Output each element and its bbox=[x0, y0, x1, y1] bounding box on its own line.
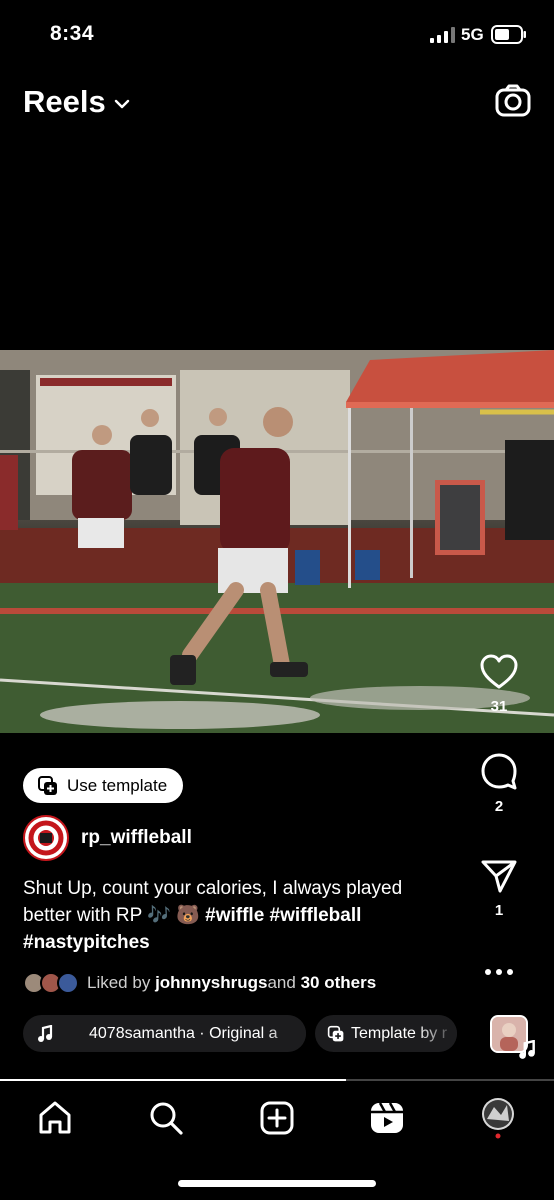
music-note-icon bbox=[38, 1024, 53, 1042]
battery-icon bbox=[491, 25, 526, 44]
video-progress-bar[interactable] bbox=[0, 1079, 554, 1081]
author-username[interactable]: rp_wiffleball bbox=[81, 827, 192, 849]
liked-by-row[interactable]: Liked by johnnyshrugs and 30 others bbox=[23, 972, 376, 994]
search-icon bbox=[150, 1102, 183, 1135]
like-button[interactable]: 31 bbox=[444, 654, 554, 715]
reels-header: Reels bbox=[0, 82, 554, 126]
status-time: 8:34 bbox=[50, 22, 95, 45]
create-icon bbox=[260, 1101, 294, 1135]
liked-by-user[interactable]: johnnyshrugs bbox=[155, 973, 267, 993]
nav-profile[interactable] bbox=[478, 1098, 518, 1139]
reels-icon bbox=[371, 1102, 403, 1133]
rp-wiffleball-logo bbox=[26, 818, 66, 858]
comments-count: 2 bbox=[494, 798, 504, 815]
page-title: Reels bbox=[23, 84, 106, 119]
share-button[interactable]: 1 bbox=[444, 858, 554, 919]
use-template-label: Use template bbox=[67, 775, 168, 795]
fade bbox=[266, 1015, 306, 1052]
home-indicator[interactable] bbox=[178, 1180, 376, 1187]
nav-create[interactable] bbox=[257, 1098, 297, 1138]
nav-search[interactable] bbox=[146, 1098, 186, 1138]
chevron-down-icon bbox=[114, 99, 129, 108]
music-note-icon bbox=[519, 1040, 535, 1059]
template-icon bbox=[38, 775, 57, 795]
fade bbox=[417, 1015, 457, 1052]
camera-icon[interactable] bbox=[494, 82, 532, 120]
comment-button[interactable]: 2 bbox=[444, 752, 554, 815]
share-icon bbox=[481, 860, 517, 893]
video-progress-fill bbox=[0, 1079, 347, 1081]
liked-by-others[interactable]: 30 others bbox=[301, 973, 377, 993]
likes-count: 31 bbox=[490, 698, 508, 715]
profile-avatar bbox=[482, 1098, 514, 1139]
audio-pill[interactable]: 4078samantha · Original a bbox=[23, 1015, 306, 1052]
audio-label: 4078samantha · Original a bbox=[89, 1024, 278, 1042]
liked-by-and: and bbox=[267, 973, 296, 992]
liker-avatar bbox=[57, 972, 79, 994]
use-template-button[interactable]: Use template bbox=[23, 768, 184, 803]
shares-count: 1 bbox=[494, 902, 504, 919]
signal-icon bbox=[430, 27, 455, 43]
liker-avatars bbox=[23, 972, 79, 994]
heart-icon bbox=[480, 654, 518, 689]
more-options-button[interactable] bbox=[444, 968, 554, 976]
nav-home[interactable] bbox=[35, 1098, 75, 1138]
template-icon bbox=[327, 1025, 344, 1041]
liked-by-prefix: Liked by bbox=[87, 973, 151, 992]
more-icon bbox=[485, 969, 513, 975]
home-icon bbox=[39, 1101, 71, 1134]
reels-feed-selector[interactable]: Reels bbox=[23, 84, 130, 120]
avatar[interactable] bbox=[23, 815, 69, 861]
template-pill[interactable]: Template by r bbox=[315, 1015, 457, 1052]
post-caption: Shut Up, count your calories, I always p… bbox=[23, 875, 453, 956]
post-author: rp_wiffleball bbox=[23, 815, 192, 861]
network-label: 5G bbox=[461, 25, 484, 44]
comment-icon bbox=[481, 753, 517, 790]
status-bar: 8:34 5G bbox=[0, 0, 554, 70]
nav-reels[interactable] bbox=[367, 1098, 407, 1138]
